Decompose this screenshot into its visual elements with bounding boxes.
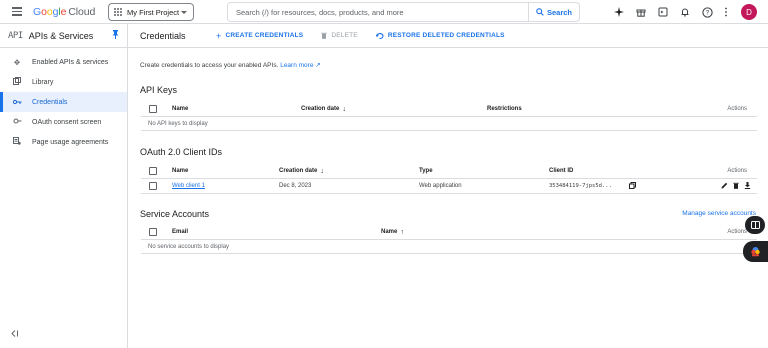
sidebar-title: APIs & Services [28, 30, 94, 41]
service-accounts-table: Email Name ↑ Actions No service accounts … [141, 225, 757, 254]
search-input[interactable] [228, 3, 528, 21]
main-menu-icon[interactable] [12, 7, 22, 16]
oauth-icon [12, 117, 22, 127]
row-actions [721, 181, 751, 191]
page-title: Credentials [140, 30, 186, 41]
sidebar-item-enabled-apis[interactable]: ✥ Enabled APIs & services [0, 52, 127, 72]
sort-down-icon: ↓ [320, 167, 324, 175]
account-avatar[interactable]: D [741, 4, 757, 20]
caret-down-icon [181, 10, 187, 14]
top-bar: GoogleCloud My First Project Search ? D [0, 0, 768, 24]
create-credentials-button[interactable]: + CREATE CREDENTIALS [216, 31, 303, 41]
col-creation-date[interactable]: Creation date ↓ [301, 106, 346, 113]
col-name[interactable]: Name [172, 168, 188, 174]
page-toolbar: Credentials + CREATE CREDENTIALS DELETE … [128, 24, 768, 48]
download-icon[interactable] [744, 181, 751, 191]
api-logo: API [8, 30, 23, 41]
col-restrictions: Restrictions [487, 106, 522, 112]
col-creation-date[interactable]: Creation date ↓ [279, 168, 324, 175]
service-accounts-title: Service Accounts [140, 209, 210, 219]
col-name[interactable]: Name ↑ [381, 229, 404, 236]
service-accounts-empty: No service accounts to display [148, 243, 230, 250]
col-actions: Actions [727, 106, 747, 112]
api-keys-title: API Keys [140, 85, 178, 95]
gemini-sparkle-icon[interactable] [613, 6, 625, 18]
api-keys-empty: No API keys to display [148, 120, 208, 127]
sort-down-icon: ↓ [342, 105, 346, 113]
restore-icon [375, 32, 384, 39]
edit-icon[interactable] [721, 182, 728, 191]
cloud-shell-icon[interactable] [657, 6, 669, 18]
select-all-checkbox[interactable] [149, 167, 157, 175]
col-actions: Actions [727, 168, 747, 174]
client-id: 353484119-7jps5d... [549, 183, 612, 189]
select-all-checkbox[interactable] [149, 228, 157, 236]
oauth-table: Name Creation date ↓ Type Client ID Actio… [141, 164, 757, 194]
copy-icon[interactable] [629, 181, 636, 191]
collapse-sidebar-icon[interactable] [11, 330, 19, 339]
search-icon [536, 8, 544, 16]
plus-icon: + [216, 30, 222, 41]
col-name[interactable]: Name [172, 106, 188, 112]
restore-deleted-credentials-button[interactable]: RESTORE DELETED CREDENTIALS [375, 32, 505, 39]
manage-service-accounts-link[interactable]: Manage service accounts [682, 210, 756, 217]
key-icon [12, 98, 22, 107]
project-picker[interactable]: My First Project [108, 3, 194, 21]
sidebar-item-page-usage[interactable]: Page usage agreements [0, 132, 127, 152]
col-type: Type [419, 168, 433, 174]
learn-more-link[interactable]: Learn more ↗ [280, 62, 321, 69]
sort-up-icon: ↑ [400, 228, 404, 236]
client-name-link[interactable]: Web client 1 [172, 183, 205, 189]
search-button[interactable]: Search [528, 3, 579, 21]
delete-icon[interactable] [733, 182, 739, 191]
notifications-bell-icon[interactable] [679, 6, 691, 18]
gift-icon[interactable] [635, 6, 647, 18]
trash-icon [321, 32, 328, 39]
pin-icon[interactable] [112, 30, 119, 41]
col-actions: Actions [727, 229, 747, 235]
select-all-checkbox[interactable] [149, 105, 157, 113]
api-keys-table: Name Creation date ↓ Restrictions Actions… [141, 102, 757, 131]
col-email[interactable]: Email [172, 229, 188, 235]
delete-button[interactable]: DELETE [321, 32, 358, 39]
sidebar-item-library[interactable]: Library [0, 72, 127, 92]
help-icon[interactable]: ? [701, 6, 713, 18]
svg-text:?: ? [705, 9, 709, 16]
project-dots-icon [114, 8, 122, 16]
extension-widget-icon[interactable] [743, 241, 768, 262]
external-link-icon: ↗ [315, 62, 321, 69]
google-cloud-logo[interactable]: Google Cloud [33, 6, 95, 18]
sidebar-header: API APIs & Services [0, 24, 127, 48]
more-vert-icon[interactable] [720, 6, 732, 18]
client-type: Web application [419, 183, 462, 189]
main-content: Create credentials to access your enable… [128, 48, 768, 348]
table-row: Web client 1 Dec 8, 2023 Web application… [141, 179, 757, 194]
diamond-nodes-icon: ✥ [13, 57, 21, 67]
client-creation-date: Dec 8, 2023 [279, 183, 312, 189]
intro-text: Create credentials to access your enable… [140, 62, 321, 69]
library-icon [12, 77, 22, 87]
side-panel-toggle-icon[interactable] [745, 216, 765, 234]
sidebar-item-oauth-consent[interactable]: OAuth consent screen [0, 112, 127, 132]
project-name: My First Project [127, 7, 180, 17]
agreements-icon [12, 137, 22, 147]
row-checkbox[interactable] [149, 182, 157, 190]
oauth-title: OAuth 2.0 Client IDs [140, 147, 223, 157]
sidebar-item-credentials[interactable]: Credentials [0, 92, 127, 112]
search-bar: Search [227, 2, 580, 22]
col-client-id: Client ID [549, 168, 574, 174]
sidebar: API APIs & Services ✥ Enabled APIs & ser… [0, 24, 128, 348]
